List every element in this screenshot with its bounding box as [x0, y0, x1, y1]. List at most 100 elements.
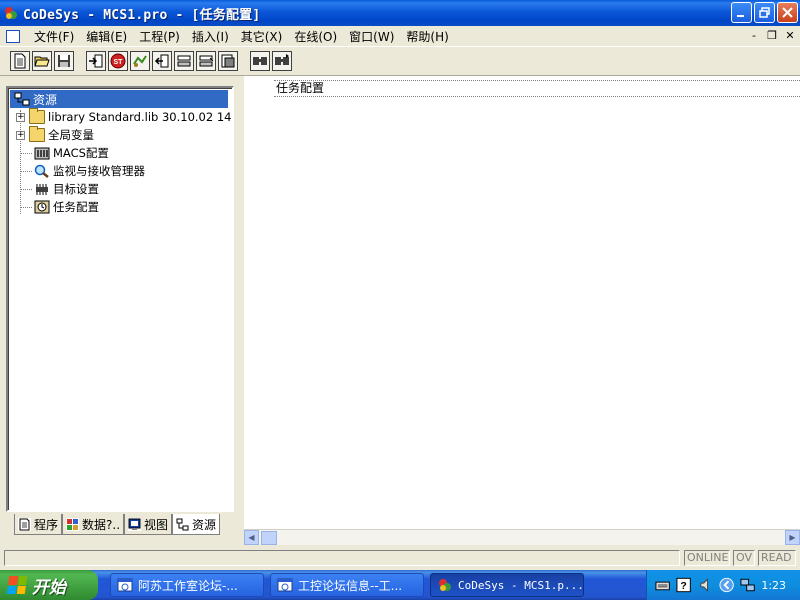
horizontal-scrollbar[interactable]: ◀ ▶: [244, 529, 800, 545]
mdi-close-button[interactable]: ✕: [784, 29, 796, 42]
run-button[interactable]: [130, 51, 150, 71]
svg-text:ST: ST: [114, 59, 124, 66]
expand-button[interactable]: +: [16, 130, 25, 140]
network-icon[interactable]: [740, 577, 755, 593]
tree-item-task-config[interactable]: 任务配置: [10, 198, 232, 216]
tree-item-macs-config[interactable]: MACS配置: [10, 144, 232, 162]
tree-item-label: library Standard.lib 30.10.02 14:42:50: [48, 110, 232, 124]
tab-label: 资源: [192, 517, 217, 532]
data-types-icon: [66, 517, 80, 531]
tree-item-library[interactable]: + library Standard.lib 30.10.02 14:42:50: [10, 108, 232, 126]
close-button[interactable]: [777, 2, 798, 23]
program-icon: [18, 517, 31, 531]
taskbar-item-label: 工控论坛信息--工...: [298, 578, 403, 593]
scroll-left-button[interactable]: ◀: [244, 530, 259, 545]
tab-resources[interactable]: 资源: [172, 514, 221, 535]
tab-label: 程序: [34, 517, 59, 532]
find-button[interactable]: [250, 51, 270, 71]
taskbar-item-codesys[interactable]: CoDeSys - MCS1.p...: [430, 573, 584, 597]
menu-bar: 文件(F) 编辑(E) 工程(P) 插入(I) 其它(X) 在线(O) 窗口(W…: [0, 26, 800, 46]
plc-config-icon: [34, 146, 50, 160]
folder-icon: [29, 126, 45, 142]
editor-header[interactable]: 任务配置: [274, 80, 800, 97]
taskbar-item-forum[interactable]: 阿苏工作室论坛-...: [110, 573, 264, 597]
scroll-right-button[interactable]: ▶: [785, 530, 800, 545]
stop-icon: ST: [110, 53, 126, 69]
menu-window[interactable]: 窗口(W): [343, 28, 400, 45]
taskbar-item-label: 阿苏工作室论坛-...: [138, 578, 238, 593]
windows-logo-icon: [6, 576, 28, 594]
open-button[interactable]: [32, 51, 52, 71]
tree-root-resources[interactable]: 资源: [10, 90, 228, 108]
tray-expand-icon[interactable]: [719, 577, 734, 593]
tree-item-label: 目标设置: [53, 182, 99, 196]
toolbar: ST: [0, 46, 800, 76]
menu-insert[interactable]: 插入(I): [186, 28, 235, 45]
minimize-button[interactable]: [731, 2, 752, 23]
menu-online[interactable]: 在线(O): [288, 28, 343, 45]
new-button[interactable]: [10, 51, 30, 71]
resources-icon: [14, 92, 30, 106]
window-title: CoDeSys - MCS1.pro - [任务配置]: [23, 7, 261, 23]
keyboard-icon[interactable]: [655, 577, 670, 593]
help-icon[interactable]: ?: [676, 577, 692, 593]
resources-icon: [176, 517, 190, 531]
task-config-editor[interactable]: 任务配置: [244, 76, 800, 544]
status-online: ONLINE: [684, 550, 730, 566]
title-bar[interactable]: CoDeSys - MCS1.pro - [任务配置]: [0, 0, 800, 26]
panel-splitter[interactable]: [236, 76, 244, 544]
login-icon: [89, 54, 103, 68]
status-overwrite: OV: [733, 550, 755, 566]
mdi-restore-button[interactable]: ❐: [766, 29, 778, 42]
speaker-icon[interactable]: [698, 577, 713, 593]
menu-help[interactable]: 帮助(H): [400, 28, 454, 45]
tree-item-label: MACS配置: [53, 146, 109, 160]
codesys-app-icon[interactable]: [3, 5, 19, 21]
run-icon: [133, 55, 147, 67]
magnifier-icon: [34, 164, 50, 178]
document-icon[interactable]: [6, 29, 20, 43]
menu-project[interactable]: 工程(P): [133, 28, 186, 45]
tab-visualizations[interactable]: 视图: [124, 514, 173, 535]
menu-extras[interactable]: 其它(X): [235, 28, 289, 45]
start-button[interactable]: 开始: [0, 570, 98, 600]
tree-item-target-settings[interactable]: 目标设置: [10, 180, 232, 198]
target-settings-icon: [34, 182, 50, 196]
tree-item-monitor-manager[interactable]: 监视与接收管理器: [10, 162, 232, 180]
tree-item-global-variables[interactable]: + 全局变量: [10, 126, 232, 144]
logout-icon: [154, 54, 169, 68]
status-read: READ: [758, 550, 796, 566]
menu-file[interactable]: 文件(F): [28, 28, 80, 45]
step-in-icon: [199, 55, 214, 67]
find-next-button[interactable]: [272, 51, 292, 71]
step-in-button[interactable]: [196, 51, 216, 71]
stop-button[interactable]: ST: [108, 51, 128, 71]
taskbar: 开始 阿苏工作室论坛-... 工控论坛信息--工... CoDeSys - MC…: [0, 570, 800, 600]
tab-label: 数据?..: [82, 517, 121, 532]
maximize-button[interactable]: [754, 2, 775, 23]
tab-data-types[interactable]: 数据?..: [62, 514, 125, 535]
save-button[interactable]: [54, 51, 74, 71]
taskbar-item-industrial-forum[interactable]: 工控论坛信息--工...: [270, 573, 424, 597]
start-label: 开始: [32, 577, 66, 598]
system-tray: ? 1:23: [646, 570, 800, 600]
taskbar-item-label: CoDeSys - MCS1.p...: [458, 578, 584, 592]
codesys-app-icon: [439, 579, 451, 591]
scroll-right-icon: ▶: [789, 533, 796, 542]
step-over-button[interactable]: [174, 51, 194, 71]
logout-button[interactable]: [152, 51, 172, 71]
clock[interactable]: 1:23: [761, 579, 786, 592]
menu-edit[interactable]: 编辑(E): [80, 28, 133, 45]
tab-pous[interactable]: 程序: [14, 514, 63, 535]
tree-root-label: 资源: [33, 92, 58, 107]
single-cycle-button[interactable]: [218, 51, 238, 71]
new-icon: [14, 53, 26, 69]
mdi-minimize-button[interactable]: -: [748, 29, 760, 42]
save-icon: [58, 55, 70, 67]
resources-panel[interactable]: 资源 + library Standard.lib 30.10.02 14:42…: [6, 86, 234, 512]
tree-item-label: 全局变量: [48, 128, 94, 142]
expand-button[interactable]: +: [16, 112, 25, 122]
object-organizer-tabs: 程序 数据?.. 视图 资源: [14, 514, 221, 536]
login-button[interactable]: [86, 51, 106, 71]
scroll-thumb[interactable]: [261, 530, 277, 545]
